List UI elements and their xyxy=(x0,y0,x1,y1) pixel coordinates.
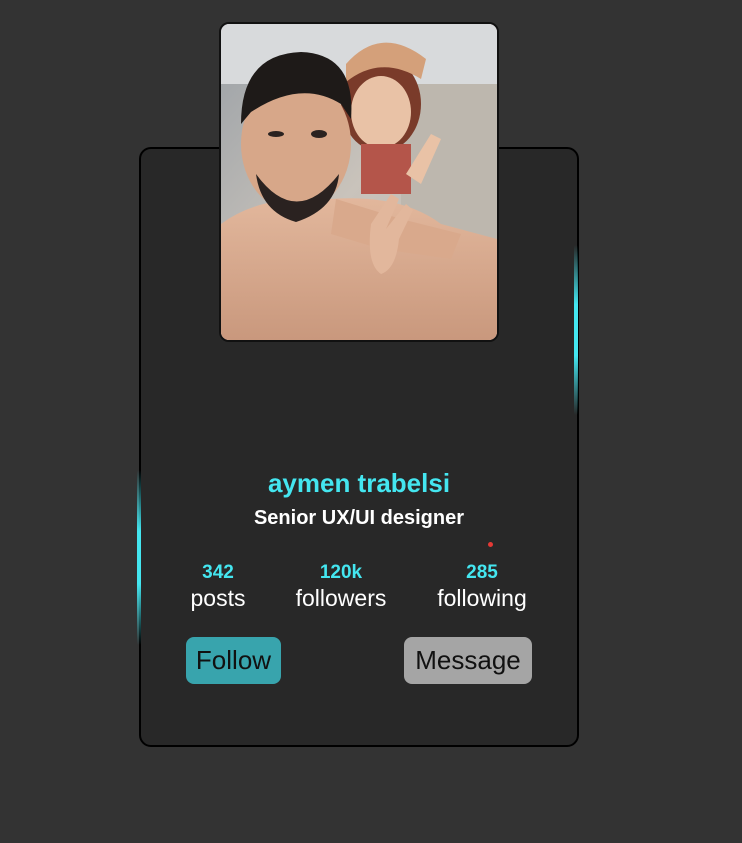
stat-following: 285 following xyxy=(427,562,537,612)
profile-name: aymen trabelsi xyxy=(267,468,451,498)
profile-photo xyxy=(219,22,499,342)
stat-posts-label: posts xyxy=(190,585,246,611)
stat-followers-label: followers xyxy=(295,585,387,611)
profile-title: Senior UX/UI designer xyxy=(253,507,465,529)
follow-button[interactable]: Follow xyxy=(186,637,281,684)
card-glow-right xyxy=(574,245,578,415)
stat-posts-value: 342 xyxy=(202,562,234,583)
stat-following-value: 285 xyxy=(466,562,498,583)
status-dot xyxy=(488,542,493,547)
stat-following-label: following xyxy=(437,585,527,611)
message-button[interactable]: Message xyxy=(404,637,532,684)
page: aymen trabelsi Senior UX/UI designer 342… xyxy=(0,0,742,843)
stat-followers-value: 120k xyxy=(319,562,363,583)
stat-posts: 342 posts xyxy=(178,562,258,612)
profile-photo-image xyxy=(221,24,497,340)
stat-followers: 120k followers xyxy=(286,562,396,612)
